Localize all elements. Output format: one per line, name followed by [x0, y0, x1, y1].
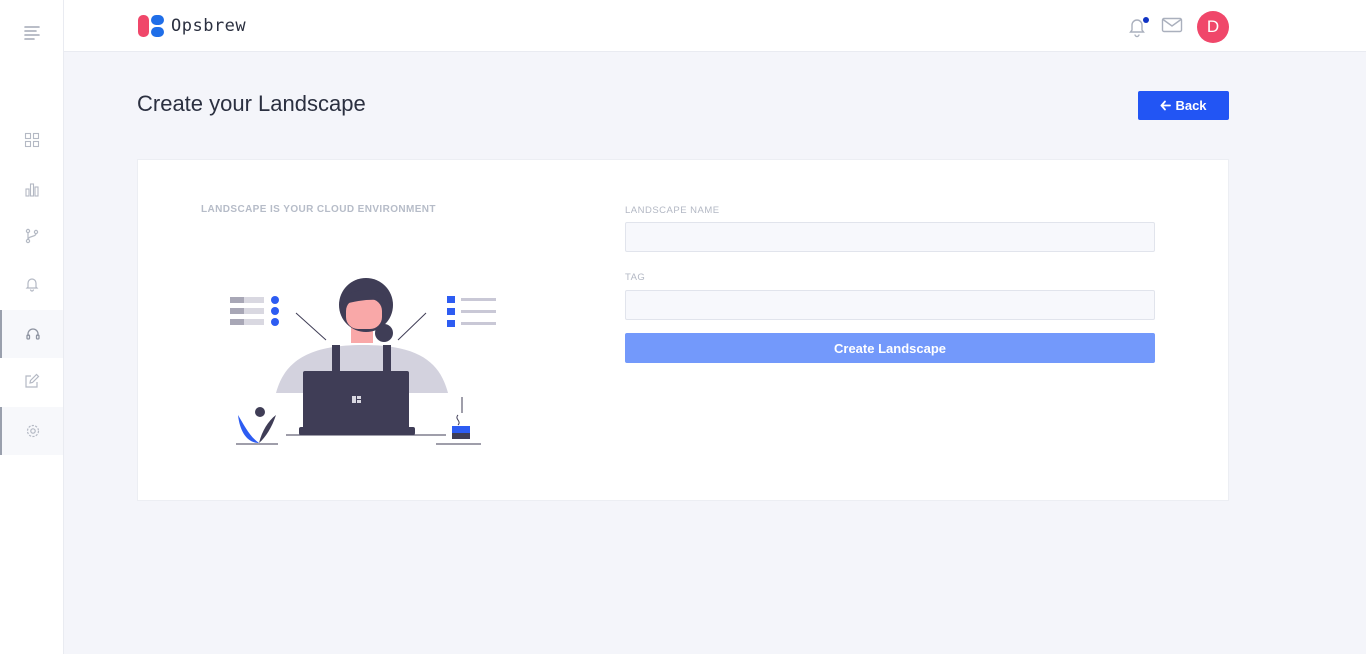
- headset-icon: [25, 328, 40, 340]
- analytics-icon: [24, 183, 39, 197]
- brand-logo-icon: [138, 14, 165, 38]
- sidebar-item-analytics[interactable]: [0, 165, 63, 213]
- brand[interactable]: Opsbrew: [138, 14, 246, 38]
- bell-icon: [25, 278, 38, 292]
- create-landscape-button[interactable]: Create Landscape: [625, 333, 1155, 363]
- edit-icon: [24, 373, 39, 388]
- person-at-laptop-illustration: [230, 278, 496, 445]
- tag-label: TAG: [625, 272, 646, 283]
- notifications-button[interactable]: [1127, 16, 1149, 38]
- info-heading: LANDSCAPE IS YOUR CLOUD ENVIRONMENT: [201, 204, 436, 215]
- settings-icon: [26, 424, 39, 438]
- tag-input[interactable]: [625, 290, 1155, 320]
- back-button[interactable]: Back: [1138, 91, 1229, 120]
- notification-dot: [1143, 17, 1149, 23]
- sidebar-item-alerts[interactable]: [0, 260, 63, 308]
- sidebar-item-dashboard[interactable]: [0, 116, 63, 164]
- page-title: Create your Landscape: [137, 91, 366, 116]
- mail-icon: [1161, 17, 1183, 32]
- sidebar-item-branches[interactable]: [0, 212, 63, 260]
- landscape-name-input[interactable]: [625, 222, 1155, 252]
- landscape-name-label: LANDSCAPE NAME: [625, 205, 720, 216]
- user-avatar[interactable]: D: [1197, 11, 1229, 43]
- sidebar-item-edit[interactable]: [0, 357, 63, 405]
- create-landscape-card: LANDSCAPE IS YOUR CLOUD ENVIRONMENT LAND…: [137, 159, 1229, 501]
- arrow-left-icon: [1161, 100, 1172, 111]
- brand-name: Opsbrew: [171, 16, 247, 36]
- header-actions: D: [1127, 11, 1229, 43]
- sidebar-item-support[interactable]: [0, 310, 63, 358]
- back-button-label: Back: [1175, 98, 1207, 113]
- dashboard-grid-icon: [24, 132, 39, 148]
- sidebar-item-settings[interactable]: [0, 407, 63, 455]
- top-bar: Opsbrew D: [64, 0, 1366, 52]
- branch-icon: [25, 228, 38, 244]
- menu-toggle-icon[interactable]: [22, 24, 42, 40]
- messages-button[interactable]: [1161, 17, 1183, 38]
- sidebar: [0, 0, 64, 654]
